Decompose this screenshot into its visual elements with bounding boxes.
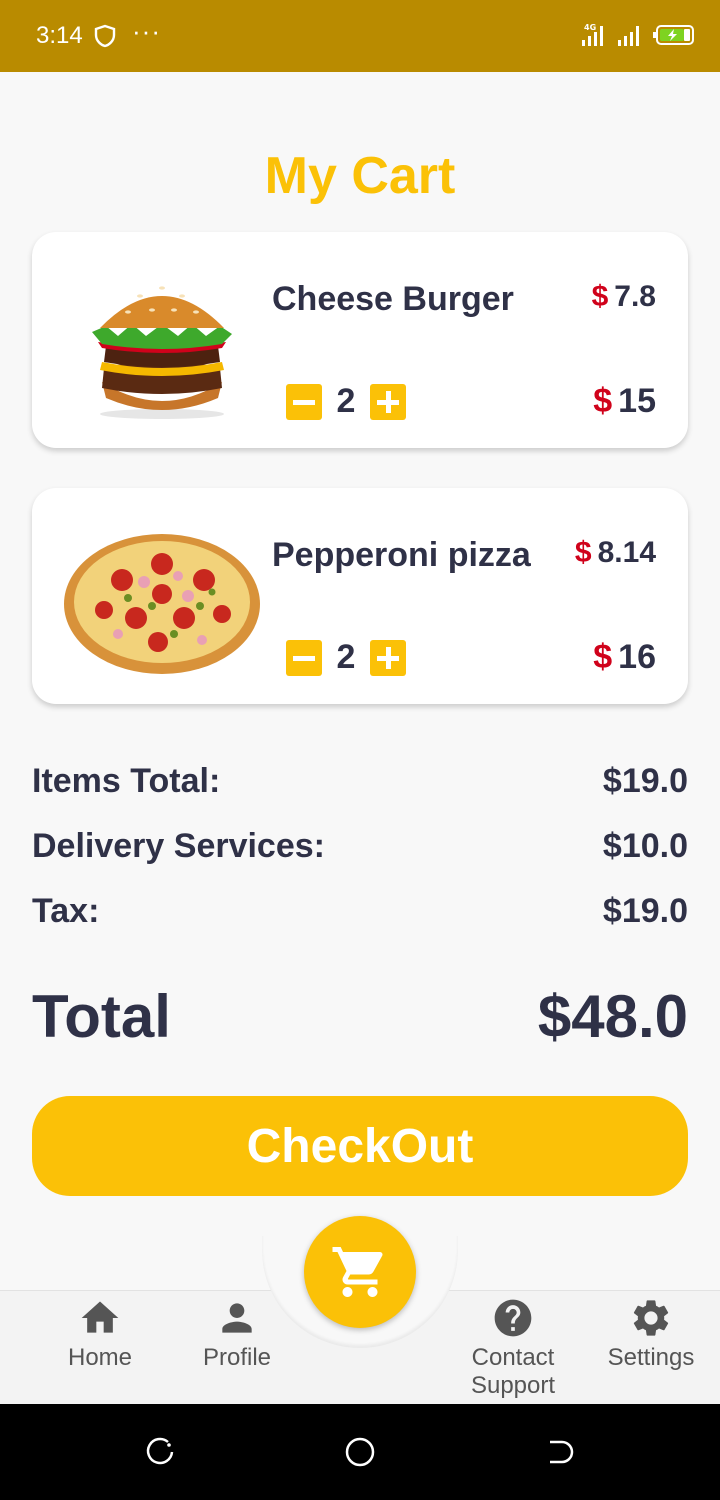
currency-symbol: $ xyxy=(574,536,592,569)
signal-icon xyxy=(618,26,639,46)
page-title: My Cart xyxy=(264,147,456,205)
burger-image xyxy=(92,286,232,419)
quantity-value: 2 xyxy=(336,382,356,420)
more-notifications-icon: ··· xyxy=(132,16,161,46)
item-name: Cheese Burger xyxy=(272,280,514,318)
nav-settings-label: Settings xyxy=(607,1344,695,1371)
nav-profile[interactable]: Profile xyxy=(167,1296,307,1372)
nav-profile-label: Profile xyxy=(202,1344,272,1371)
item-subtotal: $16 xyxy=(593,638,656,677)
increase-quantity-button[interactable] xyxy=(370,639,406,676)
home-circle-icon[interactable] xyxy=(342,1434,378,1470)
pizza-image xyxy=(64,534,260,674)
cart-item-card: Cheese Burger $7.8 2 $15 xyxy=(32,232,688,448)
delivery-value: $10.0 xyxy=(602,827,688,865)
grand-total-row: Total $48.0 xyxy=(32,982,688,1051)
shield-icon xyxy=(94,24,116,48)
quantity-stepper: 2 xyxy=(286,638,406,677)
increase-quantity-button[interactable] xyxy=(370,383,406,420)
decrease-quantity-button[interactable] xyxy=(286,383,322,420)
total-label: Total xyxy=(32,983,171,1050)
unit-price: $7.8 xyxy=(592,280,656,314)
total-value: $48.0 xyxy=(537,983,688,1050)
checkout-button[interactable]: CheckOut xyxy=(32,1096,688,1196)
unit-price: $8.14 xyxy=(575,536,656,570)
unit-price-value: 7.8 xyxy=(614,280,656,313)
decrease-quantity-button[interactable] xyxy=(286,639,322,676)
nav-contact-support[interactable]: Contact Support xyxy=(443,1296,583,1400)
nav-contact-label-line2: Support xyxy=(470,1372,556,1399)
items-total-value: $19.0 xyxy=(602,762,688,800)
status-icons: 4G xyxy=(580,22,696,48)
recent-apps-icon[interactable] xyxy=(142,1434,178,1470)
item-name: Pepperoni pizza xyxy=(272,536,531,574)
tax-value: $19.0 xyxy=(602,892,688,930)
home-icon xyxy=(81,1301,119,1333)
status-bar: 3:14 ··· 4G xyxy=(0,0,720,72)
back-icon[interactable] xyxy=(542,1434,578,1470)
subtotal-value: 15 xyxy=(618,382,656,420)
quantity-stepper: 2 xyxy=(286,382,406,421)
help-icon xyxy=(494,1299,532,1337)
gear-icon xyxy=(633,1300,669,1336)
cart-fab-button[interactable] xyxy=(304,1216,416,1328)
currency-symbol: $ xyxy=(593,638,613,676)
nav-home[interactable]: Home xyxy=(30,1296,170,1372)
delivery-label: Delivery Services: xyxy=(32,827,325,865)
currency-symbol: $ xyxy=(593,382,613,420)
items-total-row: Items Total: $19.0 xyxy=(32,762,688,801)
status-time: 3:14 xyxy=(36,22,83,49)
person-icon xyxy=(222,1303,252,1333)
unit-price-value: 8.14 xyxy=(597,536,656,569)
battery-charging-icon xyxy=(653,25,694,45)
tax-label: Tax: xyxy=(32,892,100,930)
delivery-row: Delivery Services: $10.0 xyxy=(32,827,688,866)
tax-row: Tax: $19.0 xyxy=(32,892,688,931)
system-navigation-bar xyxy=(0,1404,720,1500)
shopping-cart-icon xyxy=(332,1247,383,1297)
items-total-label: Items Total: xyxy=(32,762,221,800)
nav-home-label: Home xyxy=(67,1344,133,1371)
network-type-label: 4G xyxy=(584,23,596,32)
cart-item-card: Pepperoni pizza $8.14 2 $16 xyxy=(32,488,688,704)
nav-settings[interactable]: Settings xyxy=(581,1296,720,1372)
signal-4g-icon: 4G xyxy=(582,23,603,46)
quantity-value: 2 xyxy=(336,638,356,676)
item-subtotal: $15 xyxy=(593,382,656,421)
subtotal-value: 16 xyxy=(618,638,656,676)
currency-symbol: $ xyxy=(591,280,609,313)
nav-contact-label-line1: Contact xyxy=(471,1344,555,1371)
